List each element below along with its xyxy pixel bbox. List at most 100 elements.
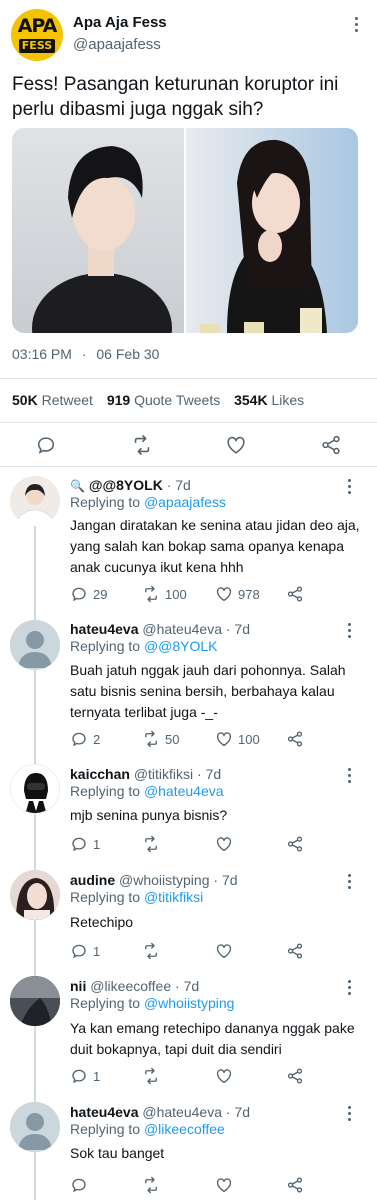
reply-author[interactable]: kaicchan @titikfiksi · 7d <box>70 766 221 782</box>
reply-button[interactable]: 1 <box>70 942 100 960</box>
reply-author-handle: @hateu4eva <box>142 621 222 637</box>
reply-button[interactable]: 2 <box>70 730 100 748</box>
reply-author-handle: @hateu4eva <box>142 1104 222 1120</box>
replying-label: Replying to <box>70 638 141 654</box>
like-button[interactable] <box>215 835 233 853</box>
reply-actions: 2 50 100 <box>70 730 360 750</box>
reply-author[interactable]: 🔍 @@8YOLK · 7d <box>70 477 191 493</box>
share-button[interactable] <box>286 942 304 960</box>
retweet-button[interactable]: 100 <box>142 585 187 603</box>
replying-to-handle[interactable]: @whoiistyping <box>144 995 234 1011</box>
like-button[interactable]: 100 <box>215 730 260 748</box>
like-button[interactable]: 978 <box>215 585 260 603</box>
reply-actions: 1 <box>70 942 360 962</box>
quote-label: Quote Tweets <box>134 392 221 408</box>
author-avatar[interactable]: APA FESS <box>11 9 63 61</box>
like-count: 100 <box>238 731 260 747</box>
thread-line <box>34 814 36 870</box>
retweet-button[interactable] <box>142 835 160 853</box>
replying-to: Replying to @whoiistyping <box>70 995 234 1011</box>
like-stat[interactable]: 354K Likes <box>234 392 304 408</box>
reply-time: · 7d <box>225 1104 250 1120</box>
more-icon[interactable] <box>348 980 352 998</box>
reply-text: Ya kan emang retechipo dananya nggak pak… <box>70 1020 355 1057</box>
reply-author-name: hateu4eva <box>70 1104 139 1120</box>
reply-author-handle: @whoiistyping <box>119 872 210 888</box>
share-button[interactable] <box>286 835 304 853</box>
avatar[interactable] <box>10 764 60 814</box>
share-button[interactable] <box>286 585 304 603</box>
reply-author-name: hateu4eva <box>70 621 139 637</box>
reply-text: mjb senina punya bisnis? <box>70 807 228 823</box>
like-button[interactable] <box>215 1067 233 1085</box>
magnifier-emoji-icon: 🔍 <box>70 479 85 493</box>
replying-label: Replying to <box>70 995 141 1011</box>
like-button[interactable] <box>215 942 233 960</box>
retweet-button[interactable] <box>142 1176 160 1194</box>
like-button[interactable] <box>215 1176 233 1194</box>
like-icon <box>216 944 232 959</box>
reply-icon[interactable] <box>35 434 57 456</box>
reply-author[interactable]: nii @likeecoffee · 7d <box>70 978 199 994</box>
reply-button[interactable]: 29 <box>70 585 107 603</box>
reply-author-name: audine <box>70 872 116 888</box>
share-button[interactable] <box>286 1067 304 1085</box>
avatar[interactable] <box>10 620 60 670</box>
avatar-image <box>10 870 60 920</box>
divider <box>0 378 377 379</box>
more-icon[interactable] <box>348 1106 352 1124</box>
tweet-photo[interactable] <box>12 128 358 333</box>
reply-author[interactable]: hateu4eva @hateu4eva · 7d <box>70 621 250 637</box>
tweet-text: Fess! Pasangan keturunan koruptor ini pe… <box>12 74 339 120</box>
replying-to-handle[interactable]: @@8YOLK <box>144 638 218 654</box>
thread-line <box>34 1026 36 1102</box>
retweet-icon[interactable] <box>131 434 153 456</box>
reply-button[interactable]: 1 <box>70 1067 100 1085</box>
replying-to: Replying to @titikfiksi <box>70 889 203 905</box>
replying-label: Replying to <box>70 1121 141 1137</box>
quote-stat[interactable]: 919 Quote Tweets <box>107 392 220 408</box>
thread-line <box>34 920 36 976</box>
like-icon[interactable] <box>225 434 247 456</box>
quote-count: 919 <box>106 392 131 408</box>
more-icon[interactable] <box>348 874 352 892</box>
logo-text-fess: FESS <box>19 39 55 53</box>
replying-label: Replying to <box>70 494 141 510</box>
author-name[interactable]: Apa Aja Fess <box>73 14 167 31</box>
more-icon[interactable] <box>348 479 352 497</box>
avatar-image <box>11 765 59 813</box>
retweet-button[interactable] <box>142 942 160 960</box>
avatar[interactable] <box>10 976 60 1026</box>
author-handle[interactable]: @apaajafess <box>73 36 161 53</box>
avatar[interactable] <box>10 870 60 920</box>
photo-illustration <box>12 128 358 333</box>
replying-to-handle[interactable]: @likeecoffee <box>144 1121 225 1137</box>
more-icon[interactable] <box>355 17 359 35</box>
more-icon[interactable] <box>348 768 352 786</box>
replying-to-handle[interactable]: @hateu4eva <box>144 783 224 799</box>
share-icon[interactable] <box>320 434 342 456</box>
replying-to-handle[interactable]: @apaajafess <box>144 494 226 510</box>
reply-author-handle: @titikfiksi <box>133 766 194 782</box>
more-icon[interactable] <box>348 623 352 641</box>
tweet-stats: 50K Retweet 919 Quote Tweets 354K Likes <box>12 392 304 408</box>
retweet-stat[interactable]: 50K Retweet <box>12 392 93 408</box>
share-button[interactable] <box>286 1176 304 1194</box>
reply-author[interactable]: audine @whoiistyping · 7d <box>70 872 238 888</box>
replying-to-handle[interactable]: @titikfiksi <box>144 889 203 905</box>
avatar[interactable] <box>10 1102 60 1152</box>
tweet-timestamp[interactable]: 03:16 PM · 06 Feb 30 <box>12 346 159 362</box>
reply-actions: 1 <box>70 1067 360 1087</box>
logo-text-apa: APA <box>17 15 58 37</box>
reply-button[interactable] <box>70 1176 88 1194</box>
retweet-button[interactable]: 50 <box>142 730 179 748</box>
replying-to: Replying to @hateu4eva <box>70 783 224 799</box>
share-icon <box>287 1068 303 1084</box>
share-button[interactable] <box>286 730 304 748</box>
divider <box>0 422 377 423</box>
reply-button[interactable]: 1 <box>70 835 100 853</box>
reply-time: · 7d <box>197 766 222 782</box>
avatar[interactable] <box>10 476 60 526</box>
reply-author[interactable]: hateu4eva @hateu4eva · 7d <box>70 1104 250 1120</box>
retweet-button[interactable] <box>142 1067 160 1085</box>
